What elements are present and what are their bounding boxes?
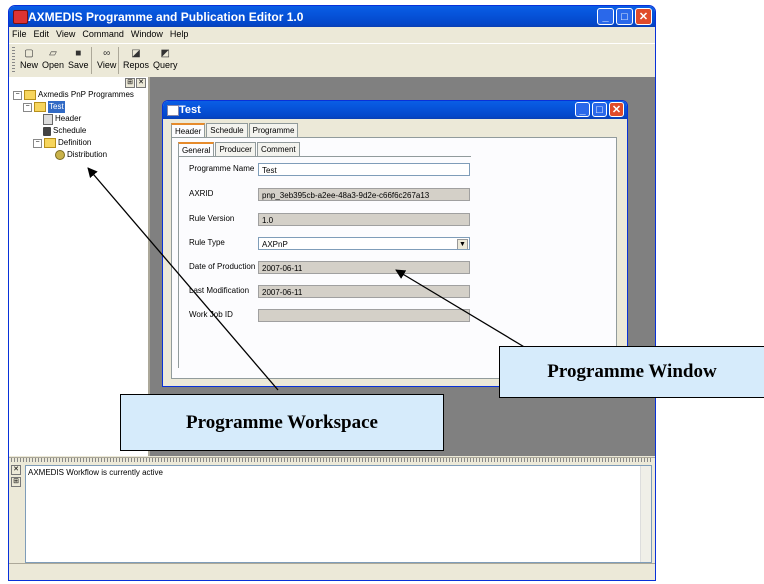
callout-programme-window: Programme Window: [499, 346, 764, 398]
window-arrow: [395, 269, 527, 349]
callout-programme-workspace: Programme Workspace: [120, 394, 444, 451]
annotation-arrows: [87, 167, 527, 391]
workspace-arrow: [87, 167, 279, 391]
